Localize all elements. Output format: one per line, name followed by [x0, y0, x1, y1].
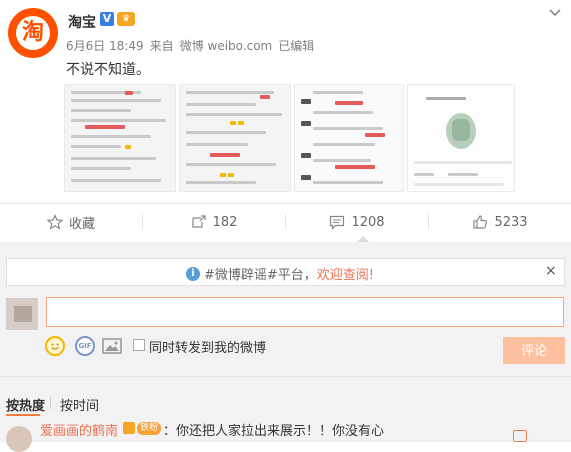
submit-comment-button[interactable]: 评论 — [503, 337, 565, 364]
member-crown-icon — [123, 422, 135, 434]
source-prefix: 来自 — [149, 39, 174, 53]
post-image-1[interactable] — [64, 84, 176, 192]
my-avatar[interactable] — [6, 298, 38, 330]
avatar-logo: 淘 — [16, 16, 50, 50]
repost-checkbox-label[interactable]: 同时转发到我的微博 — [149, 337, 266, 356]
member-crown-icon: ♛ — [117, 12, 135, 26]
post-date[interactable]: 6月6日 18:49 — [66, 39, 144, 53]
commenter-avatar[interactable] — [6, 426, 32, 452]
comment-icon — [330, 215, 345, 230]
post-image-4[interactable] — [407, 84, 515, 192]
rumor-link[interactable]: 欢迎查阅! — [317, 264, 374, 283]
sort-by-time-tab[interactable]: 按时间 — [60, 395, 99, 414]
post-image-3[interactable] — [294, 84, 404, 192]
image-icon[interactable] — [102, 338, 122, 354]
repost-count: 182 — [212, 214, 238, 230]
post-image-2[interactable] — [179, 84, 291, 192]
repost-icon — [191, 215, 206, 228]
like-button[interactable]: 5233 — [429, 210, 571, 234]
active-tab-indicator — [6, 414, 40, 416]
fan-badge: 铁粉 — [137, 422, 162, 435]
favorite-button[interactable]: 收藏 — [0, 210, 142, 234]
rumor-notice-text: i #微博辟谣#平台， 欢迎查阅! — [186, 264, 374, 283]
emoji-icon[interactable] — [45, 336, 65, 356]
comment-button[interactable]: 1208 — [286, 210, 428, 234]
info-icon: i — [186, 266, 200, 281]
commenter-name[interactable]: 爱画画的鹤南 — [40, 420, 118, 439]
post-username[interactable]: 淘宝 — [68, 12, 96, 32]
post-text: 不说不知道。 — [66, 62, 150, 78]
post-source[interactable]: 微博 weibo.com — [180, 39, 273, 53]
taobao-avatar[interactable]: 淘 — [8, 8, 58, 58]
sort-divider — [0, 376, 571, 377]
action-divider — [0, 203, 571, 204]
close-icon[interactable]: × — [545, 263, 557, 279]
sort-by-hot-tab[interactable]: 按热度 — [6, 395, 45, 414]
comment-count: 1208 — [351, 214, 385, 230]
edited-label[interactable]: 已编辑 — [278, 39, 314, 53]
rumor-tag[interactable]: #微博辟谣#平台， — [204, 264, 317, 283]
sort-separator — [50, 397, 51, 409]
repost-checkbox[interactable] — [133, 339, 145, 351]
comment-reply-icon[interactable] — [513, 430, 527, 442]
star-icon — [46, 214, 63, 230]
favorite-label: 收藏 — [68, 216, 95, 232]
like-count: 5233 — [494, 214, 528, 230]
verified-badge: V — [100, 12, 114, 26]
chevron-down-icon[interactable] — [548, 6, 562, 20]
comment-input[interactable] — [46, 297, 564, 327]
gif-icon[interactable]: GIF — [75, 336, 95, 356]
post-meta: 6月6日 18:49 来自 微博 weibo.com 已编辑 — [66, 37, 320, 54]
comment-text: ：你还把人家拉出来展示！！你没有心 — [163, 424, 385, 439]
repost-button[interactable]: 182 — [143, 210, 285, 234]
thumbs-up-icon — [473, 215, 488, 229]
